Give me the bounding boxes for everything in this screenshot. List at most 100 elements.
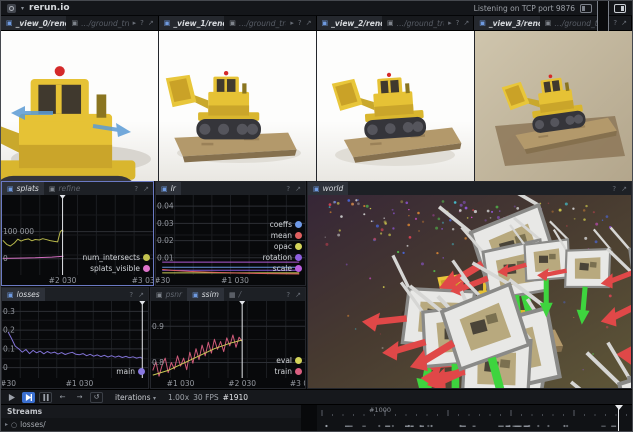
stream-row-losses[interactable]: ▸ ○ losses/ — [1, 418, 301, 431]
ssim-legend: eval train — [275, 356, 302, 376]
splats-tab-label: splats — [17, 184, 39, 193]
follow-button[interactable] — [22, 392, 35, 403]
tab-view-2-ground-truth[interactable]: ▣ …/ground_truth — [382, 16, 444, 30]
legend-item-coeffs[interactable]: coeffs — [270, 220, 302, 229]
rerun-logo-icon[interactable] — [7, 4, 16, 13]
help-icon[interactable]: ? — [298, 19, 302, 27]
pause-button[interactable] — [39, 392, 52, 403]
maximize-icon[interactable]: ↗ — [295, 291, 301, 299]
help-icon[interactable]: ? — [140, 19, 144, 27]
view-2d-icon: ▣ — [229, 19, 236, 27]
view-2d-icon: ▣ — [545, 19, 552, 27]
legend-item-eval[interactable]: eval — [276, 356, 302, 365]
tab-splats[interactable]: ▣splats — [2, 182, 44, 195]
help-icon[interactable]: ? — [613, 19, 617, 27]
legend-item-scale[interactable]: scale — [273, 264, 302, 273]
play-button[interactable] — [5, 392, 18, 403]
legend-item-num_intersects[interactable]: num_intersects — [82, 253, 150, 262]
lr-chart[interactable]: 0.040.030.020.01#30#1 030coeffsmeanopacr… — [156, 195, 305, 285]
loop-button[interactable]: ↺ — [90, 392, 103, 403]
help-icon[interactable]: ? — [612, 185, 616, 193]
metric-tab-label: ssim — [202, 290, 219, 299]
help-icon[interactable]: ? — [286, 185, 290, 193]
losses-chart[interactable]: 0.30.20.10#30#1 030main — [2, 301, 148, 388]
panel-world[interactable]: ▣ world ? ↗ — [307, 181, 632, 389]
help-icon[interactable]: ? — [129, 291, 133, 299]
tab-lr[interactable]: ▣ lr — [156, 182, 181, 195]
legend-color-dot — [295, 232, 302, 239]
maximize-icon[interactable]: ↗ — [148, 19, 154, 27]
tab-slash[interactable]: ▦/ — [224, 288, 246, 301]
splats-chart[interactable]: 100 0000#2 030#3 030num_intersectssplats… — [2, 195, 153, 285]
toggle-left-panel-icon[interactable] — [580, 4, 592, 13]
tab-view-1-ground-truth[interactable]: ▣ …/ground_truth — [224, 16, 286, 30]
maximize-icon[interactable]: ↗ — [138, 291, 144, 299]
step-forward-button[interactable]: → — [73, 392, 86, 403]
tab-view-1-render[interactable]: ▣ _view_1/render — [159, 16, 224, 30]
view-3d-icon: ▣ — [313, 185, 320, 193]
tab-view-0-ground-truth[interactable]: ▣ …/ground_truth — [66, 16, 128, 30]
toggle-right-panel-icon[interactable] — [614, 4, 626, 13]
ssim-chart[interactable]: 0.90.8#1 030#2 030#3 030evaltrain — [151, 301, 305, 388]
expand-chevron-icon[interactable]: ▸ — [5, 421, 8, 428]
timeline-ruler[interactable]: #1000 — [317, 405, 632, 432]
entity-icon: ○ — [11, 421, 17, 429]
metric-tab-label: / — [239, 290, 242, 299]
play-icon[interactable]: ▸ — [448, 19, 452, 27]
current-time[interactable]: #1910 — [223, 393, 248, 402]
view-1-render-image[interactable] — [159, 31, 317, 181]
play-icon[interactable]: ▸ — [290, 19, 294, 27]
tab-ssim[interactable]: ▣ssim — [187, 288, 224, 301]
help-icon[interactable]: ? — [456, 19, 460, 27]
tab-view-2-render[interactable]: ▣ _view_2/render — [317, 16, 382, 30]
maximize-icon[interactable]: ↗ — [306, 19, 312, 27]
legend-item-splats_visible[interactable]: splats_visible — [90, 264, 150, 273]
plot-icon: ▣ — [156, 291, 163, 299]
playback-fps: 30 FPS — [193, 393, 219, 402]
world-3d-viewport[interactable] — [308, 195, 631, 388]
help-icon[interactable]: ? — [134, 185, 138, 193]
playback-speed[interactable]: 1.00x — [168, 393, 189, 402]
legend-item-rotation[interactable]: rotation — [263, 253, 302, 262]
legend-color-dot — [143, 265, 150, 272]
tab-refine[interactable]: ▣refine — [44, 182, 86, 195]
tab-losses[interactable]: ▣ losses — [2, 288, 45, 301]
view-2-render-image[interactable] — [317, 31, 475, 181]
legend-item-main[interactable]: main — [116, 367, 145, 376]
timeline-selector[interactable]: iterations ▾ — [115, 393, 156, 402]
playhead-marker[interactable] — [615, 405, 623, 410]
view-tab-group: ▣ _view_2/render ▣ …/ground_truth ▸ ? ↗ — [317, 16, 475, 30]
plot-icon: ▣ — [7, 291, 14, 299]
menu-caret-icon[interactable]: ▾ — [21, 5, 24, 12]
tab-psnr[interactable]: ▣psnr — [151, 288, 187, 301]
panel-metrics[interactable]: ▣psnr▣ssim▦/ ? ↗ 0.90.8#1 030#2 030#3 03… — [150, 287, 306, 389]
tab-view-0-render[interactable]: ▣ _view_0/render — [1, 16, 66, 30]
maximize-icon[interactable]: ↗ — [463, 19, 469, 27]
step-back-button[interactable]: ← — [56, 392, 69, 403]
plot-icon: ▣ — [49, 185, 56, 193]
maximize-icon[interactable]: ↗ — [143, 185, 149, 193]
view-3-ground-truth-image[interactable] — [475, 31, 632, 181]
legend-item-train[interactable]: train — [275, 367, 302, 376]
view-0-render-image[interactable] — [1, 31, 159, 181]
svg-text:#2 030: #2 030 — [228, 379, 256, 388]
panel-splats[interactable]: ▣splats▣refine ? ↗ 100 0000#2 030#3 030n… — [1, 181, 154, 286]
streams-resize-handle[interactable] — [301, 405, 317, 432]
legend-color-dot — [295, 265, 302, 272]
help-icon[interactable]: ? — [286, 291, 290, 299]
tab-world[interactable]: ▣ world — [308, 182, 348, 195]
legend-item-mean[interactable]: mean — [271, 231, 302, 240]
tab-view-3-render[interactable]: ▣ _view_3/render — [474, 16, 539, 30]
svg-text:0: 0 — [3, 254, 8, 263]
maximize-icon[interactable]: ↗ — [295, 185, 301, 193]
panel-lr[interactable]: ▣ lr ? ↗ 0.040.030.020.01#30#1 030coeffs… — [155, 181, 306, 286]
panel-losses[interactable]: ▣ losses ? ↗ 0.30.20.10#30#1 030main — [1, 287, 149, 389]
svg-text:0.04: 0.04 — [157, 202, 174, 211]
svg-text:0.03: 0.03 — [157, 219, 174, 228]
legend-item-opac[interactable]: opac — [274, 242, 302, 251]
maximize-icon[interactable]: ↗ — [621, 185, 627, 193]
play-icon[interactable]: ▸ — [133, 19, 137, 27]
maximize-icon[interactable]: ↗ — [621, 19, 627, 27]
svg-text:0: 0 — [3, 363, 8, 372]
tab-view-3-ground-truth[interactable]: ▣ …/ground_truth — [540, 16, 602, 30]
